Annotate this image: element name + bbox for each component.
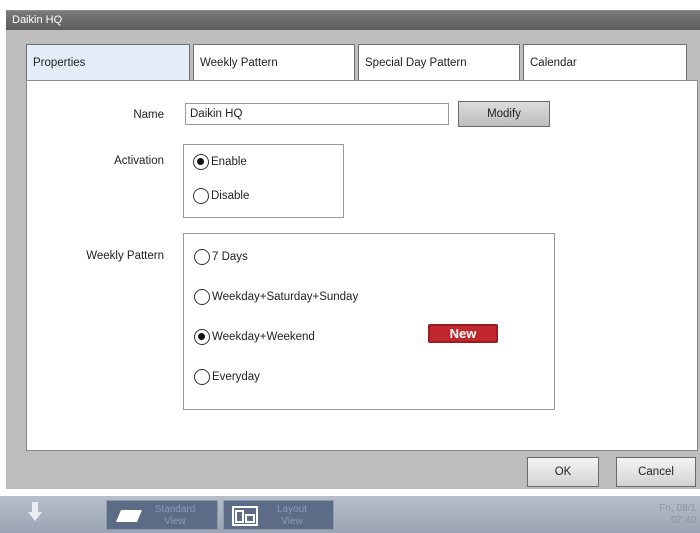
name-field[interactable]	[185, 103, 449, 125]
radio-unselected-icon	[194, 369, 210, 385]
disable-radio[interactable]: Disable	[193, 188, 249, 204]
title-bar: Daikin HQ	[6, 11, 700, 30]
tab-label: Properties	[33, 57, 86, 69]
modify-button[interactable]: Modify	[458, 101, 550, 127]
cancel-button[interactable]: Cancel	[616, 457, 696, 487]
layout-view-label: View	[281, 516, 303, 527]
radio-label: Disable	[211, 190, 250, 202]
radio-label: 7 Days	[212, 251, 248, 263]
tab-label: Weekly Pattern	[200, 57, 278, 69]
name-label: Name	[133, 109, 164, 121]
tab-weekly-pattern[interactable]: Weekly Pattern	[193, 44, 355, 80]
tab-label: Calendar	[530, 57, 577, 69]
taskbar: Standard View Layout View Fri, 08/1 07:4…	[0, 496, 700, 533]
weekday-weekend-radio[interactable]: Weekday+Weekend	[194, 329, 315, 345]
window-title: Daikin HQ	[12, 14, 63, 26]
time-text: 07:40	[670, 515, 696, 526]
weekday-saturday-sunday-radio[interactable]: Weekday+Saturday+Sunday	[194, 289, 358, 305]
down-arrow-icon[interactable]	[28, 502, 42, 527]
layout-view-button[interactable]: Layout View	[223, 500, 334, 530]
radio-label: Weekday+Weekend	[212, 331, 315, 343]
weekly-pattern-label: Weekly Pattern	[86, 250, 164, 262]
new-badge: New	[428, 324, 498, 343]
layout-view-label: Layout	[276, 504, 308, 515]
tab-label: Special Day Pattern	[365, 57, 467, 69]
enable-radio[interactable]: Enable	[193, 154, 247, 170]
clock: Fri, 08/1 07:40	[659, 503, 696, 527]
standard-view-label: Standard	[154, 504, 196, 515]
radio-label: Weekday+Saturday+Sunday	[212, 291, 359, 303]
ok-button[interactable]: OK	[527, 457, 599, 487]
layout-view-icon	[232, 506, 258, 526]
radio-selected-icon	[194, 329, 210, 345]
tab-properties[interactable]: Properties	[26, 44, 190, 80]
standard-view-icon	[116, 510, 142, 522]
radio-unselected-icon	[194, 289, 210, 305]
tab-special-day-pattern[interactable]: Special Day Pattern	[358, 44, 520, 80]
standard-view-button[interactable]: Standard View	[106, 500, 218, 530]
radio-unselected-icon	[193, 188, 209, 204]
seven-days-radio[interactable]: 7 Days	[194, 249, 248, 265]
tab-calendar[interactable]: Calendar	[523, 44, 687, 80]
everyday-radio[interactable]: Everyday	[194, 369, 260, 385]
radio-selected-icon	[193, 154, 209, 170]
radio-label: Everyday	[212, 371, 260, 383]
radio-unselected-icon	[194, 249, 210, 265]
radio-label: Enable	[211, 156, 247, 168]
date-text: Fri, 08/1	[659, 503, 696, 514]
standard-view-label: View	[164, 516, 186, 527]
activation-label: Activation	[114, 155, 164, 167]
